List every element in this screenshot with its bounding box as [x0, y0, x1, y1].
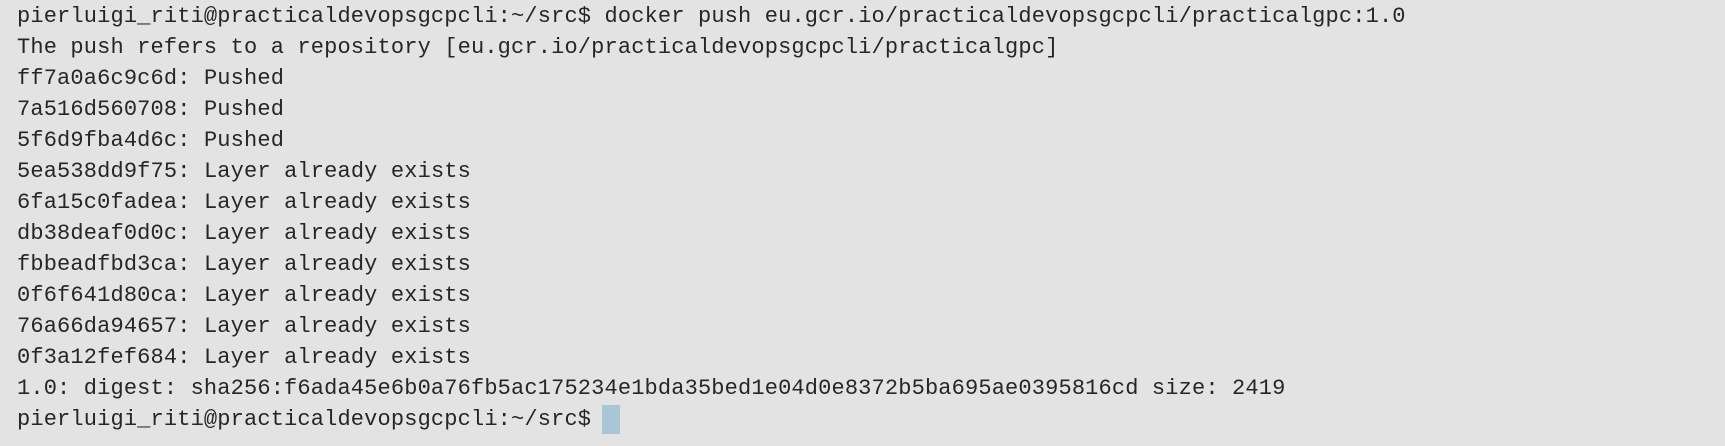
layer-line: 5f6d9fba4d6c: Pushed: [17, 128, 285, 153]
layer-status: Pushed: [203, 128, 285, 153]
digest-line: 1.0: digest: sha256:f6ada45e6b0a76fb5ac1…: [17, 376, 1286, 401]
terminal-output: pierluigi_riti@practicaldevopsgcpcli:~/s…: [17, 1, 1725, 446]
layer-status: Layer already exists: [203, 221, 471, 246]
layer-line: 0f3a12fef684: Layer already exists: [17, 345, 471, 370]
layer-id: 0f6f641d80ca: [17, 283, 178, 308]
layer-line: fbbeadfbd3ca: Layer already exists: [17, 252, 471, 277]
layer-id: 0f3a12fef684: [17, 345, 178, 370]
layer-status: Layer already exists: [203, 159, 471, 184]
layer-id: ff7a0a6c9c6d: [17, 66, 178, 91]
layer-id: 76a66da94657: [17, 314, 178, 339]
layer-line: 7a516d560708: Pushed: [17, 97, 285, 122]
layer-id: 6fa15c0fadea: [17, 190, 178, 215]
layer-line: db38deaf0d0c: Layer already exists: [17, 221, 471, 246]
layer-line: 0f6f641d80ca: Layer already exists: [17, 283, 471, 308]
layer-status: Layer already exists: [203, 283, 471, 308]
layer-id: 5ea538dd9f75: [17, 159, 178, 184]
command-text: docker push eu.gcr.io/practicaldevopsgcp…: [604, 4, 1406, 29]
layer-line: 6fa15c0fadea: Layer already exists: [17, 190, 471, 215]
layer-line: 5ea538dd9f75: Layer already exists: [17, 159, 471, 184]
layer-id: 5f6d9fba4d6c: [17, 128, 178, 153]
command-line: pierluigi_riti@practicaldevopsgcpcli:~/s…: [17, 1, 1725, 32]
cursor-block[interactable]: [602, 405, 621, 434]
layer-id: fbbeadfbd3ca: [17, 252, 178, 277]
layer-status: Pushed: [203, 66, 285, 91]
layer-line: ff7a0a6c9c6d: Pushed: [17, 66, 285, 91]
layer-status: Pushed: [203, 97, 285, 122]
layer-status: Layer already exists: [203, 345, 471, 370]
layer-status: Layer already exists: [203, 190, 471, 215]
layer-id: 7a516d560708: [17, 97, 178, 122]
prompt: pierluigi_riti@practicaldevopsgcpcli:~/s…: [17, 407, 592, 432]
final-prompt-line[interactable]: pierluigi_riti@practicaldevopsgcpcli:~/s…: [17, 404, 1725, 435]
layer-line: 76a66da94657: Layer already exists: [17, 314, 471, 339]
push-refers-line: The push refers to a repository [eu.gcr.…: [17, 35, 1059, 60]
layer-id: db38deaf0d0c: [17, 221, 178, 246]
layer-status: Layer already exists: [203, 252, 471, 277]
prompt: pierluigi_riti@practicaldevopsgcpcli:~/s…: [17, 4, 592, 29]
layer-status: Layer already exists: [203, 314, 471, 339]
terminal-window[interactable]: - - - - - - - - - - - - - - - - - - - - …: [0, 0, 1725, 446]
